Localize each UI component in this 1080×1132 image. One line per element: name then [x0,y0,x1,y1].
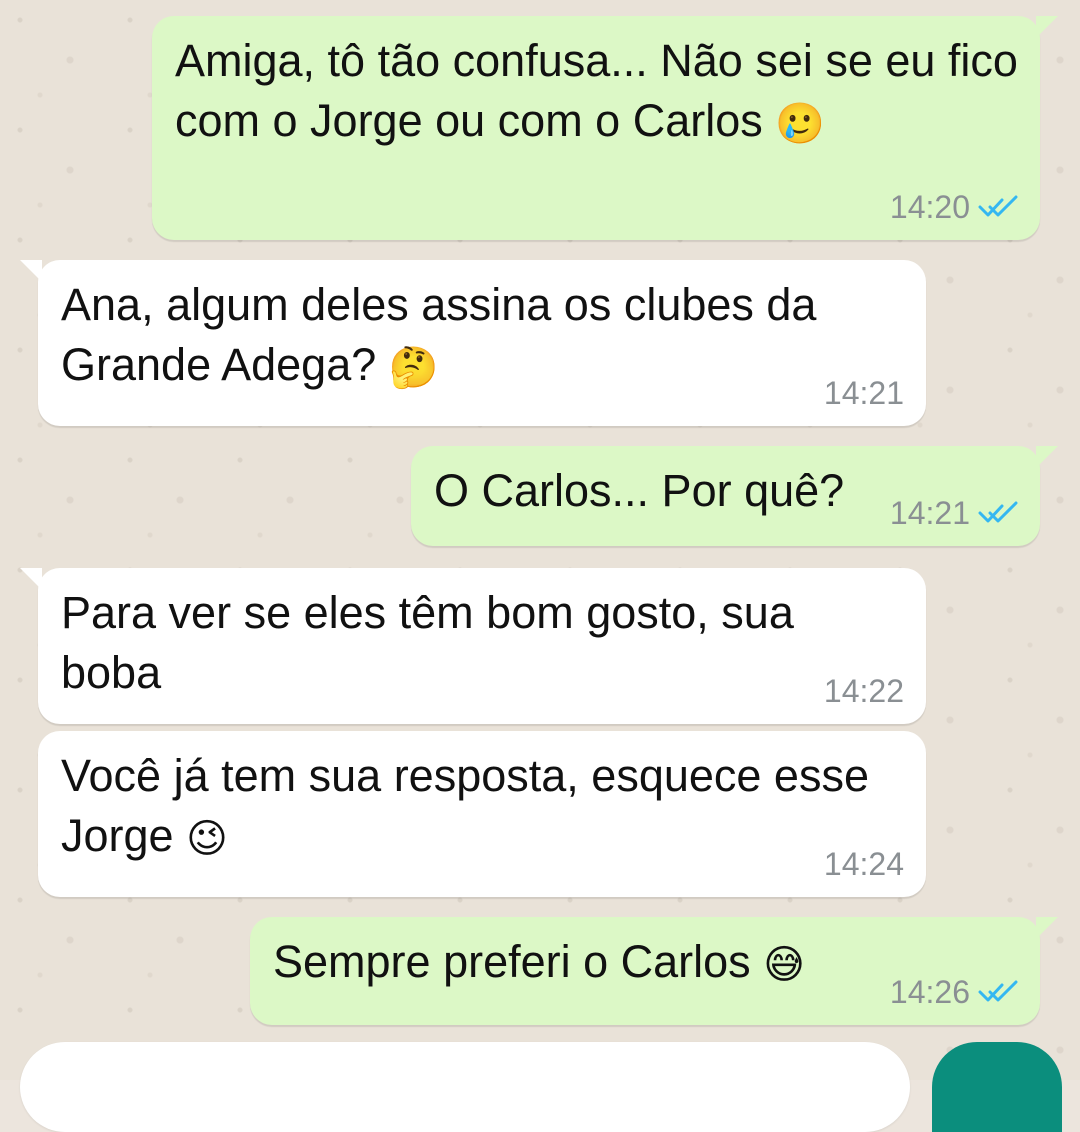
message-meta: 14:24 [824,846,904,882]
winking-face-emoji: 😉 [186,816,228,863]
double-check-icon [978,501,1018,523]
message-input[interactable] [20,1042,910,1132]
message-meta: 14:21 [824,375,904,411]
message-time: 14:21 [889,495,970,531]
crying-smile-emoji: 🥲 [775,101,826,148]
double-check-icon [978,980,1018,1002]
message-meta: 14:21 [890,495,1018,531]
message-meta: 14:22 [824,673,904,709]
message-text: Você já tem sua resposta, esquece esse J… [61,750,869,863]
message-bubble-outgoing[interactable]: O Carlos... Por quê? 14:21 [411,446,1058,546]
message-text: Amiga, tô tão confusa... Não sei se eu f… [175,35,1018,148]
message-meta: 14:20 [890,189,1018,225]
message-text: Para ver se eles têm bom gosto, sua boba [61,587,794,698]
grinning-sweat-emoji: 😅 [763,942,805,989]
double-check-icon [978,195,1018,217]
message-time: 14:20 [889,189,970,225]
message-bubble-outgoing[interactable]: Amiga, tô tão confusa... Não sei se eu f… [152,16,1058,240]
message-bubble-incoming[interactable]: Ana, algum deles assina os clubes da Gra… [20,260,926,426]
send-button[interactable] [932,1042,1062,1132]
message-bubble-incoming[interactable]: Você já tem sua resposta, esquece esse J… [38,731,926,897]
thinking-face-emoji: 🤔 [388,345,439,392]
message-time: 14:24 [823,846,904,882]
message-bubble-incoming[interactable]: Para ver se eles têm bom gosto, sua boba… [20,568,926,724]
message-bubble-outgoing[interactable]: Sempre preferi o Carlos 😅 14:26 [250,917,1058,1025]
message-time: 14:22 [823,673,904,709]
message-time: 14:26 [889,974,970,1010]
message-time: 14:21 [823,375,904,411]
message-text: Ana, algum deles assina os clubes da Gra… [61,279,817,392]
message-meta: 14:26 [890,974,1018,1010]
